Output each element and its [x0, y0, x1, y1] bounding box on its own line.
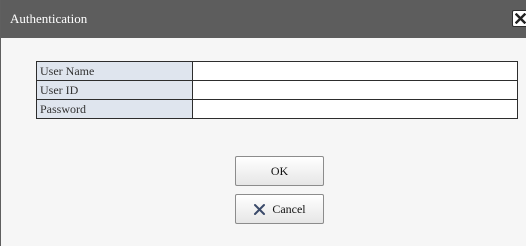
- password-input[interactable]: [193, 100, 517, 118]
- title-bar: Authentication: [1, 0, 526, 38]
- x-icon: [254, 203, 266, 215]
- close-button[interactable]: [512, 10, 526, 27]
- user-id-cell: [192, 80, 518, 100]
- user-name-cell: [192, 61, 518, 81]
- user-name-label: User Name: [36, 61, 193, 81]
- authentication-dialog: Authentication User Name User ID Passwor…: [0, 0, 526, 246]
- cancel-button[interactable]: Cancel: [235, 194, 324, 224]
- form-row-password: Password: [36, 99, 518, 119]
- user-id-label: User ID: [36, 80, 193, 100]
- ok-button[interactable]: OK: [235, 156, 324, 186]
- form-row-user-name: User Name: [36, 61, 518, 81]
- password-cell: [192, 99, 518, 119]
- credentials-form: User Name User ID Password: [36, 61, 518, 119]
- dialog-content: User Name User ID Password OK Cancel: [2, 38, 526, 246]
- form-row-user-id: User ID: [36, 80, 518, 100]
- dialog-title: Authentication: [10, 11, 88, 26]
- close-icon: [515, 13, 526, 24]
- user-id-input[interactable]: [193, 81, 517, 99]
- user-name-input[interactable]: [193, 62, 517, 80]
- ok-button-label: OK: [270, 163, 289, 178]
- password-label: Password: [36, 99, 193, 119]
- cancel-button-label: Cancel: [272, 201, 306, 216]
